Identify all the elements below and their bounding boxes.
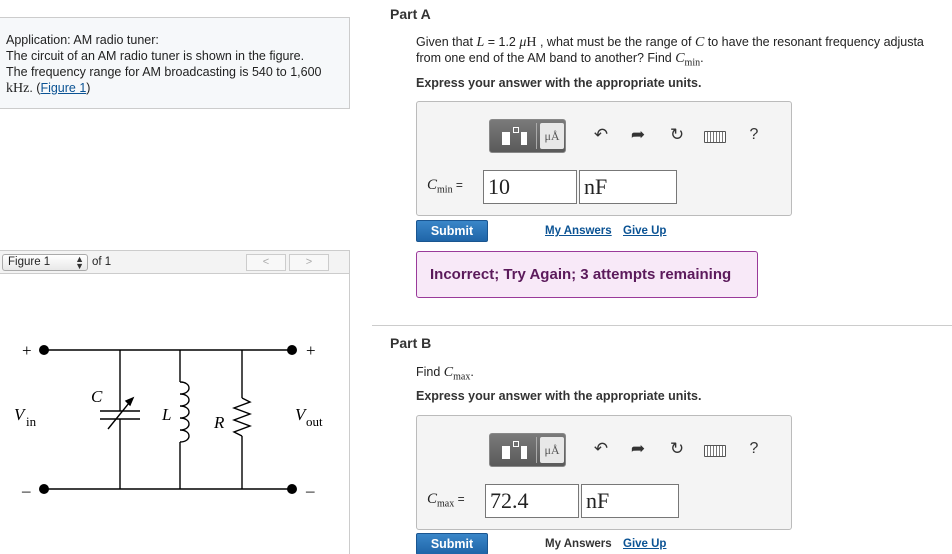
help-icon[interactable]: ? [743, 124, 765, 146]
circuit-diagram: + + – – V in V out C L R [14, 341, 323, 500]
part-b-answer-box: μÅ ↶ ➦ ↻ ? Cmax = 72.4 nF [416, 415, 792, 530]
part-a-instruction: Express your answer with the appropriate… [416, 76, 702, 90]
left-panel: Application: AM radio tuner: The circuit… [0, 0, 350, 554]
undo-icon[interactable]: ↶ [590, 124, 612, 146]
figure-select[interactable]: Figure 1 ▲ ▼ [2, 254, 88, 271]
problem-intro: Application: AM radio tuner: The circuit… [0, 17, 350, 109]
part-a-feedback: Incorrect; Try Again; 3 attempts remaini… [416, 251, 758, 298]
cmin-value-input[interactable]: 10 [483, 170, 577, 204]
template-toolbar: μÅ [489, 119, 566, 153]
part-a-question-line2: from one end of the AM band to another? … [416, 51, 704, 69]
figure-prev-button[interactable]: < [246, 254, 286, 271]
part-b-instruction: Express your answer with the appropriate… [416, 389, 702, 403]
template-toolbar-b: μÅ [489, 433, 566, 467]
keyboard-icon[interactable] [704, 131, 726, 143]
part-b-title: Part B [390, 335, 432, 351]
reset-icon[interactable]: ↻ [666, 124, 688, 146]
intro-line-3: The frequency range for AM broadcasting … [6, 65, 322, 79]
keyboard-icon-b[interactable] [704, 445, 726, 457]
minus-left-label: – [21, 481, 31, 500]
redo-icon[interactable]: ➦ [627, 124, 649, 146]
part-b-my-answers-link[interactable]: My Answers [545, 538, 612, 550]
redo-icon-b[interactable]: ➦ [627, 438, 649, 460]
part-b-question: Find Cmax. [416, 365, 474, 383]
part-a-question-line1: Given that L = 1.2 μH , what must be the… [416, 35, 924, 50]
terminal-top-left [39, 345, 49, 355]
part-divider [372, 325, 952, 326]
vout-sub-label: out [306, 414, 323, 429]
cmax-unit-input[interactable]: nF [581, 484, 679, 518]
templates-icon[interactable] [493, 123, 537, 149]
part-b-give-up-link[interactable]: Give Up [623, 538, 666, 550]
intro-line-1: Application: AM radio tuner: [6, 33, 159, 47]
cmax-value-input[interactable]: 72.4 [485, 484, 579, 518]
templates-icon-b[interactable] [493, 437, 537, 463]
units-button[interactable]: μÅ [540, 123, 564, 149]
right-panel: Part A Given that L = 1.2 μH , what must… [372, 0, 952, 554]
figure-link[interactable]: Figure 1 [40, 81, 86, 95]
terminal-bottom-right [287, 484, 297, 494]
c-label: C [91, 387, 103, 406]
cmax-label: Cmax = [427, 491, 465, 510]
cmin-unit-input[interactable]: nF [579, 170, 677, 204]
figure-next-button[interactable]: > [289, 254, 329, 271]
undo-icon-b[interactable]: ↶ [590, 438, 612, 460]
part-a-answer-box: μÅ ↶ ➦ ↻ ? Cmin = 10 nF [416, 101, 792, 216]
figure-nav-bar: Figure 1 ▲ ▼ of 1 < > [0, 250, 350, 274]
reset-icon-b[interactable]: ↻ [666, 438, 688, 460]
r-label: R [213, 413, 225, 432]
part-a-give-up-link[interactable]: Give Up [623, 225, 666, 237]
vin-sub-label: in [26, 414, 37, 429]
figure-count: of 1 [92, 256, 112, 268]
intro-line-2: The circuit of an AM radio tuner is show… [6, 49, 305, 63]
plus-right-label: + [306, 341, 316, 360]
select-arrows-icon: ▲ ▼ [75, 254, 84, 271]
help-icon-b[interactable]: ? [743, 438, 765, 460]
cmin-label: Cmin = [427, 177, 463, 196]
khz-unit: kHz [6, 81, 30, 96]
intro-line-4: kHz. (Figure 1) [6, 81, 91, 96]
figure-area: + + – – V in V out C L R [0, 274, 350, 554]
terminal-top-right [287, 345, 297, 355]
plus-left-label: + [22, 341, 32, 360]
part-a-submit-button[interactable]: Submit [416, 220, 488, 242]
units-button-b[interactable]: μÅ [540, 437, 564, 463]
minus-right-label: – [305, 481, 315, 500]
part-a-my-answers-link[interactable]: My Answers [545, 225, 612, 237]
part-b-submit-button[interactable]: Submit [416, 533, 488, 554]
part-a-title: Part A [390, 6, 431, 22]
l-label: L [161, 405, 171, 424]
terminal-bottom-left [39, 484, 49, 494]
